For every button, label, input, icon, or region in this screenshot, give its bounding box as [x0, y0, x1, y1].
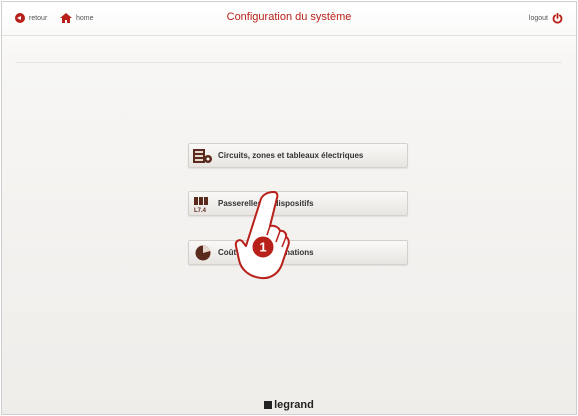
- menu-costs-button[interactable]: Coûts et consommations: [188, 240, 408, 265]
- pie-chart-icon: [195, 245, 211, 260]
- logo-text: legrand: [274, 399, 314, 411]
- step-number: 1: [259, 240, 266, 255]
- step-badge: 1: [250, 234, 276, 260]
- divider: [16, 62, 562, 63]
- devices-icon: L7.4: [194, 196, 208, 213]
- logout-button[interactable]: logout: [529, 13, 563, 24]
- app-window: retour home Configuration du système log…: [1, 1, 577, 415]
- menu-circuits-label: Circuits, zones et tableaux électriques: [218, 151, 364, 160]
- legrand-logo: legrand: [2, 399, 576, 411]
- panel-gear-icon: [193, 148, 212, 163]
- menu-gateways-button[interactable]: L7.4 Passerelles et dispositifs: [188, 191, 408, 216]
- menu-circuits-button[interactable]: Circuits, zones et tableaux électriques: [188, 143, 408, 168]
- svg-text:L7.4: L7.4: [194, 208, 207, 213]
- page-title: Configuration du système: [226, 11, 352, 23]
- top-bar: retour home Configuration du système log…: [2, 2, 576, 36]
- power-icon: [552, 13, 563, 24]
- logout-label: logout: [528, 15, 548, 22]
- logo-mark: [264, 401, 273, 409]
